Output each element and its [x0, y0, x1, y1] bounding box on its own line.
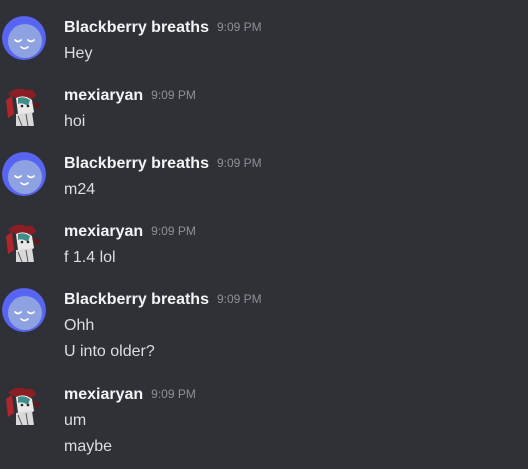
message-text: Ohh — [64, 317, 95, 334]
sleepy-face-icon — [2, 152, 46, 196]
username[interactable]: Blackberry breaths — [64, 19, 209, 36]
chat-message-list: Blackberry breaths 9:09 PM Hey mexiaryan 9… — [0, 0, 528, 469]
message-header: Blackberry breaths 9:09 PM — [64, 288, 262, 312]
avatar[interactable] — [2, 152, 46, 196]
message-header: Blackberry breaths 9:09 PM — [64, 16, 262, 40]
message-text: f 1.4 lol — [64, 249, 116, 266]
username[interactable]: mexiaryan — [64, 87, 143, 104]
message-text: U into older? — [64, 343, 155, 360]
sleepy-face-icon — [2, 288, 46, 332]
timestamp[interactable]: 9:09 PM — [217, 292, 262, 306]
message-text: m24 — [64, 181, 96, 198]
message-text: um — [64, 412, 87, 429]
timestamp[interactable]: 9:09 PM — [151, 224, 196, 238]
avatar[interactable] — [2, 16, 46, 60]
message-header: mexiaryan 9:09 PM — [64, 84, 196, 108]
username[interactable]: Blackberry breaths — [64, 291, 209, 308]
message-text: hoi — [64, 113, 86, 130]
message-header: mexiaryan 9:09 PM — [64, 220, 196, 244]
timestamp[interactable]: 9:09 PM — [151, 88, 196, 102]
anime-character-icon — [2, 220, 46, 264]
timestamp[interactable]: 9:09 PM — [151, 387, 196, 401]
avatar[interactable] — [2, 288, 46, 332]
anime-character-icon — [2, 383, 46, 427]
sleepy-face-icon — [2, 16, 46, 60]
message-text: Hey — [64, 45, 93, 62]
username[interactable]: mexiaryan — [64, 223, 143, 240]
message-header: mexiaryan 9:09 PM — [64, 383, 196, 407]
avatar[interactable] — [2, 84, 46, 128]
avatar[interactable] — [2, 220, 46, 264]
timestamp[interactable]: 9:09 PM — [217, 20, 262, 34]
timestamp[interactable]: 9:09 PM — [217, 156, 262, 170]
anime-character-icon — [2, 84, 46, 128]
message-header: Blackberry breaths 9:09 PM — [64, 152, 262, 176]
username[interactable]: Blackberry breaths — [64, 155, 209, 172]
username[interactable]: mexiaryan — [64, 386, 143, 403]
avatar[interactable] — [2, 383, 46, 427]
message-text: maybe — [64, 438, 113, 455]
